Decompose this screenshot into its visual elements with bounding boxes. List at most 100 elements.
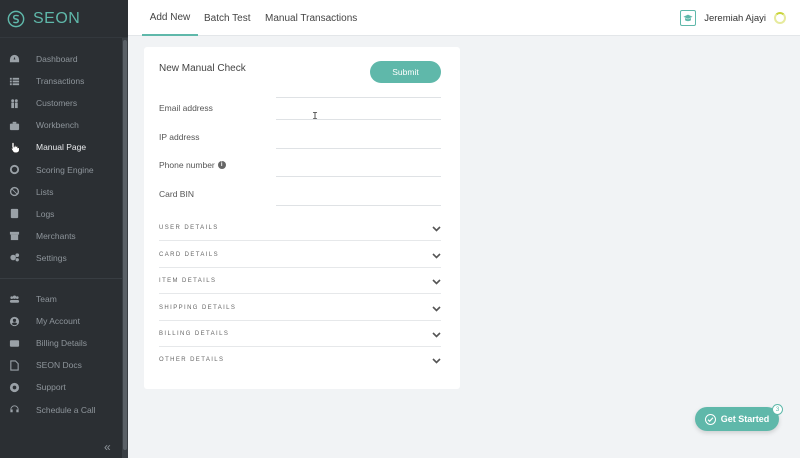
card-title: New Manual Check <box>159 63 246 74</box>
tab-add-new[interactable]: Add New <box>142 0 198 36</box>
chevron-down-icon <box>432 246 441 264</box>
loading-spinner-icon <box>774 12 786 24</box>
top-bar: Add New Batch Test Manual Transactions J… <box>128 0 800 36</box>
support-icon <box>0 382 28 393</box>
user-menu[interactable]: Jeremiah Ajayi <box>680 10 786 26</box>
brand[interactable]: SEON <box>0 0 128 38</box>
manual-check-card: New Manual Check Submit Email address I … <box>144 47 460 389</box>
account-icon <box>0 316 28 327</box>
sidebar-item-label: SEON Docs <box>36 360 82 371</box>
chevron-down-icon <box>432 351 441 369</box>
section-other-details[interactable]: OTHER DETAILS <box>159 347 441 373</box>
chevron-down-icon <box>432 272 441 290</box>
sidebar-item-label: Support <box>36 382 66 393</box>
engine-icon <box>0 164 28 175</box>
briefcase-icon <box>0 120 28 131</box>
get-started-button[interactable]: Get Started <box>695 407 779 431</box>
list-icon <box>0 76 28 87</box>
sidebar-item-settings[interactable]: Settings <box>0 247 128 269</box>
sidebar-item-team[interactable]: Team <box>0 288 128 310</box>
sidebar-item-label: Schedule a Call <box>36 404 96 415</box>
sidebar-item-schedule-call[interactable]: Schedule a Call <box>0 398 128 420</box>
sidebar-item-logs[interactable]: Logs <box>0 203 128 225</box>
sidebar-scrollbar-thumb[interactable] <box>123 40 127 450</box>
submit-button[interactable]: Submit <box>370 61 441 83</box>
dashboard-icon <box>0 54 28 65</box>
section-billing-details[interactable]: BILLING DETAILS <box>159 321 441 347</box>
get-started-count-badge: 3 <box>772 404 783 415</box>
seon-logo-icon <box>7 10 25 28</box>
section-card-details[interactable]: CARD DETAILS <box>159 242 441 268</box>
sidebar-item-my-account[interactable]: My Account <box>0 310 128 332</box>
store-icon <box>0 230 28 241</box>
card-bin-label: Card BIN <box>159 189 194 199</box>
section-label: BILLING DETAILS <box>159 330 230 337</box>
phone-label: Phone number i <box>159 160 226 170</box>
ip-label: IP address <box>159 132 200 142</box>
phone-field[interactable] <box>276 176 441 177</box>
section-label: ITEM DETAILS <box>159 277 217 284</box>
sidebar-item-label: Settings <box>36 252 67 263</box>
email-top-line <box>276 97 441 98</box>
chevron-down-icon <box>432 299 441 317</box>
sidebar-divider <box>0 278 128 279</box>
tab-manual-transactions[interactable]: Manual Transactions <box>265 0 357 36</box>
check-circle-icon <box>704 413 716 425</box>
sidebar-item-dashboard[interactable]: Dashboard <box>0 48 128 70</box>
sidebar-nav-account: Team My Account Billing Details SEON Doc… <box>0 288 128 421</box>
email-field[interactable] <box>276 119 441 120</box>
section-label: OTHER DETAILS <box>159 357 225 363</box>
sidebar-item-label: Team <box>36 294 57 305</box>
sidebar-item-label: Logs <box>36 208 55 219</box>
section-user-details[interactable]: USER DETAILS <box>159 215 441 241</box>
user-name: Jeremiah Ajayi <box>704 12 766 24</box>
sidebar-item-billing-details[interactable]: Billing Details <box>0 332 128 354</box>
sidebar-item-customers[interactable]: Customers <box>0 92 128 114</box>
section-label: CARD DETAILS <box>159 251 220 258</box>
team-icon <box>0 294 28 305</box>
headset-icon <box>0 404 28 415</box>
sidebar: SEON Dashboard Transactions Customers Wo… <box>0 0 128 458</box>
collapse-sidebar-button[interactable]: « <box>104 440 111 454</box>
section-label: USER DETAILS <box>159 224 219 231</box>
docs-icon <box>0 360 28 371</box>
card-bin-field[interactable] <box>276 205 441 206</box>
gear-icon <box>0 252 28 263</box>
sidebar-item-scoring-engine[interactable]: Scoring Engine <box>0 158 128 180</box>
ip-field[interactable] <box>276 148 441 149</box>
sidebar-item-label: Manual Page <box>36 142 87 153</box>
chevron-down-icon <box>432 325 441 343</box>
brand-name: SEON <box>33 9 81 27</box>
logs-icon <box>0 208 28 219</box>
sidebar-item-label: Lists <box>36 186 54 197</box>
sidebar-item-lists[interactable]: Lists <box>0 181 128 203</box>
sidebar-item-workbench[interactable]: Workbench <box>0 114 128 136</box>
graduation-cap-icon[interactable] <box>680 10 697 26</box>
info-icon[interactable]: i <box>217 161 226 169</box>
sidebar-item-label: Workbench <box>36 120 79 131</box>
get-started-label: Get Started <box>720 414 770 424</box>
sidebar-item-merchants[interactable]: Merchants <box>0 225 128 247</box>
sidebar-item-seon-docs[interactable]: SEON Docs <box>0 354 128 376</box>
section-item-details[interactable]: ITEM DETAILS <box>159 268 441 294</box>
text-cursor-icon: I <box>312 111 319 122</box>
sidebar-item-label: Merchants <box>36 230 76 241</box>
billing-icon <box>0 338 28 349</box>
sidebar-item-label: Transactions <box>36 76 85 87</box>
sidebar-item-label: Scoring Engine <box>36 164 94 175</box>
sidebar-item-label: Billing Details <box>36 338 88 349</box>
customers-icon <box>0 98 28 109</box>
sidebar-item-label: Customers <box>36 98 78 109</box>
section-shipping-details[interactable]: SHIPPING DETAILS <box>159 295 441 321</box>
email-label: Email address <box>159 103 213 113</box>
sidebar-item-label: My Account <box>36 316 80 327</box>
ban-icon <box>0 186 28 197</box>
sidebar-item-label: Dashboard <box>36 54 78 65</box>
tab-batch-test[interactable]: Batch Test <box>204 0 251 36</box>
sidebar-item-transactions[interactable]: Transactions <box>0 70 128 92</box>
phone-label-text: Phone number <box>159 160 215 170</box>
section-label: SHIPPING DETAILS <box>159 304 237 311</box>
hand-cursor-icon <box>10 140 20 154</box>
chevron-down-icon <box>432 219 441 237</box>
sidebar-item-support[interactable]: Support <box>0 376 128 398</box>
